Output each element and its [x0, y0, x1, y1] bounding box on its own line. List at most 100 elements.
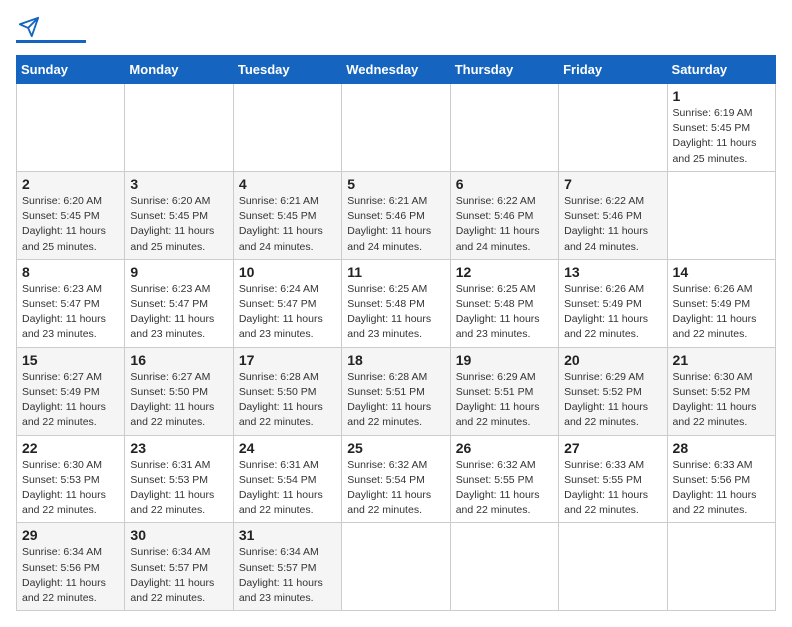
day-number: 27: [564, 440, 661, 456]
calendar-cell: [559, 523, 667, 611]
day-number: 15: [22, 352, 119, 368]
day-number: 3: [130, 176, 227, 192]
calendar-week-1: 2 Sunrise: 6:20 AMSunset: 5:45 PMDaylight…: [17, 171, 776, 259]
calendar-cell: 30Sunrise: 6:34 AMSunset: 5:57 PMDayligh…: [125, 523, 233, 611]
day-number: 2: [22, 176, 119, 192]
day-number: 19: [456, 352, 553, 368]
calendar-cell: 12Sunrise: 6:25 AMSunset: 5:48 PMDayligh…: [450, 259, 558, 347]
calendar-cell: 3 Sunrise: 6:20 AMSunset: 5:45 PMDaylight…: [125, 171, 233, 259]
day-info: Sunrise: 6:31 AMSunset: 5:54 PMDaylight:…: [239, 458, 336, 519]
day-info: Sunrise: 6:32 AMSunset: 5:54 PMDaylight:…: [347, 458, 444, 519]
day-number: 29: [22, 527, 119, 543]
logo-divider: [16, 40, 86, 43]
day-number: 16: [130, 352, 227, 368]
day-number: 24: [239, 440, 336, 456]
calendar-cell: 16 Sunrise: 6:27 AMSunset: 5:50 PMDayligh…: [125, 347, 233, 435]
calendar-week-3: 15Sunrise: 6:27 AMSunset: 5:49 PMDayligh…: [17, 347, 776, 435]
day-info: Sunrise: 6:24 AMSunset: 5:47 PMDaylight:…: [239, 282, 336, 343]
day-number: 26: [456, 440, 553, 456]
calendar-cell: [342, 523, 450, 611]
day-number: 11: [347, 264, 444, 280]
day-number: 14: [673, 264, 770, 280]
logo: [16, 16, 86, 43]
day-number: 21: [673, 352, 770, 368]
calendar-week-4: 22 Sunrise: 6:30 AMSunset: 5:53 PMDayligh…: [17, 435, 776, 523]
calendar-cell: 7Sunrise: 6:22 AMSunset: 5:46 PMDaylight…: [559, 171, 667, 259]
calendar-cell: 11 Sunrise: 6:25 AMSunset: 5:48 PMDayligh…: [342, 259, 450, 347]
day-info: Sunrise: 6:30 AMSunset: 5:52 PMDaylight:…: [673, 370, 770, 431]
calendar-cell: 10 Sunrise: 6:24 AMSunset: 5:47 PMDayligh…: [233, 259, 341, 347]
calendar-cell: [450, 84, 558, 172]
calendar-cell: [667, 171, 775, 259]
header-tuesday: Tuesday: [233, 56, 341, 84]
header-sunday: Sunday: [17, 56, 125, 84]
day-info: Sunrise: 6:21 AMSunset: 5:46 PMDaylight:…: [347, 194, 444, 255]
day-info: Sunrise: 6:30 AMSunset: 5:53 PMDaylight:…: [22, 458, 119, 519]
day-info: Sunrise: 6:31 AMSunset: 5:53 PMDaylight:…: [130, 458, 227, 519]
day-info: Sunrise: 6:28 AMSunset: 5:50 PMDaylight:…: [239, 370, 336, 431]
day-number: 31: [239, 527, 336, 543]
calendar-cell: [559, 84, 667, 172]
calendar-cell: 9 Sunrise: 6:23 AMSunset: 5:47 PMDaylight…: [125, 259, 233, 347]
day-number: 1: [673, 88, 770, 104]
calendar-cell: [233, 84, 341, 172]
calendar-cell: 31 Sunrise: 6:34 AMSunset: 5:57 PMDayligh…: [233, 523, 341, 611]
calendar-cell: 29 Sunrise: 6:34 AMSunset: 5:56 PMDayligh…: [17, 523, 125, 611]
calendar-cell: 5 Sunrise: 6:21 AMSunset: 5:46 PMDaylight…: [342, 171, 450, 259]
calendar-cell: [450, 523, 558, 611]
day-number: 28: [673, 440, 770, 456]
day-info: Sunrise: 6:26 AMSunset: 5:49 PMDaylight:…: [564, 282, 661, 343]
header-monday: Monday: [125, 56, 233, 84]
calendar-cell: 23 Sunrise: 6:31 AMSunset: 5:53 PMDayligh…: [125, 435, 233, 523]
day-number: 5: [347, 176, 444, 192]
day-number: 6: [456, 176, 553, 192]
day-number: 23: [130, 440, 227, 456]
calendar-cell: 6Sunrise: 6:22 AMSunset: 5:46 PMDaylight…: [450, 171, 558, 259]
day-info: Sunrise: 6:29 AMSunset: 5:51 PMDaylight:…: [456, 370, 553, 431]
day-info: Sunrise: 6:34 AMSunset: 5:56 PMDaylight:…: [22, 545, 119, 606]
day-number: 25: [347, 440, 444, 456]
day-number: 13: [564, 264, 661, 280]
page-header: [16, 16, 776, 43]
day-info: Sunrise: 6:22 AMSunset: 5:46 PMDaylight:…: [564, 194, 661, 255]
day-number: 9: [130, 264, 227, 280]
day-number: 18: [347, 352, 444, 368]
day-info: Sunrise: 6:20 AMSunset: 5:45 PMDaylight:…: [130, 194, 227, 255]
calendar-cell: 1Sunrise: 6:19 AMSunset: 5:45 PMDaylight…: [667, 84, 775, 172]
day-info: Sunrise: 6:32 AMSunset: 5:55 PMDaylight:…: [456, 458, 553, 519]
day-info: Sunrise: 6:26 AMSunset: 5:49 PMDaylight:…: [673, 282, 770, 343]
calendar-cell: [125, 84, 233, 172]
calendar-week-0: 1Sunrise: 6:19 AMSunset: 5:45 PMDaylight…: [17, 84, 776, 172]
day-info: Sunrise: 6:23 AMSunset: 5:47 PMDaylight:…: [22, 282, 119, 343]
calendar-cell: 15Sunrise: 6:27 AMSunset: 5:49 PMDayligh…: [17, 347, 125, 435]
header-saturday: Saturday: [667, 56, 775, 84]
calendar-cell: 22 Sunrise: 6:30 AMSunset: 5:53 PMDayligh…: [17, 435, 125, 523]
calendar-cell: 21 Sunrise: 6:30 AMSunset: 5:52 PMDayligh…: [667, 347, 775, 435]
day-number: 17: [239, 352, 336, 368]
calendar-week-5: 29 Sunrise: 6:34 AMSunset: 5:56 PMDayligh…: [17, 523, 776, 611]
calendar-table: SundayMondayTuesdayWednesdayThursdayFrid…: [16, 55, 776, 611]
logo-bird-icon: [18, 16, 40, 38]
calendar-cell: 19 Sunrise: 6:29 AMSunset: 5:51 PMDayligh…: [450, 347, 558, 435]
calendar-cell: 24 Sunrise: 6:31 AMSunset: 5:54 PMDayligh…: [233, 435, 341, 523]
day-number: 8: [22, 264, 119, 280]
day-number: 10: [239, 264, 336, 280]
calendar-cell: 13 Sunrise: 6:26 AMSunset: 5:49 PMDayligh…: [559, 259, 667, 347]
day-info: Sunrise: 6:34 AMSunset: 5:57 PMDaylight:…: [239, 545, 336, 606]
header-friday: Friday: [559, 56, 667, 84]
calendar-cell: 27Sunrise: 6:33 AMSunset: 5:55 PMDayligh…: [559, 435, 667, 523]
day-info: Sunrise: 6:28 AMSunset: 5:51 PMDaylight:…: [347, 370, 444, 431]
day-number: 12: [456, 264, 553, 280]
day-info: Sunrise: 6:23 AMSunset: 5:47 PMDaylight:…: [130, 282, 227, 343]
day-info: Sunrise: 6:29 AMSunset: 5:52 PMDaylight:…: [564, 370, 661, 431]
calendar-cell: 17 Sunrise: 6:28 AMSunset: 5:50 PMDayligh…: [233, 347, 341, 435]
calendar-cell: 14 Sunrise: 6:26 AMSunset: 5:49 PMDayligh…: [667, 259, 775, 347]
day-info: Sunrise: 6:27 AMSunset: 5:50 PMDaylight:…: [130, 370, 227, 431]
calendar-cell: [667, 523, 775, 611]
day-info: Sunrise: 6:25 AMSunset: 5:48 PMDaylight:…: [347, 282, 444, 343]
calendar-cell: 18 Sunrise: 6:28 AMSunset: 5:51 PMDayligh…: [342, 347, 450, 435]
header-thursday: Thursday: [450, 56, 558, 84]
day-number: 30: [130, 527, 227, 543]
calendar-header-row: SundayMondayTuesdayWednesdayThursdayFrid…: [17, 56, 776, 84]
day-number: 22: [22, 440, 119, 456]
